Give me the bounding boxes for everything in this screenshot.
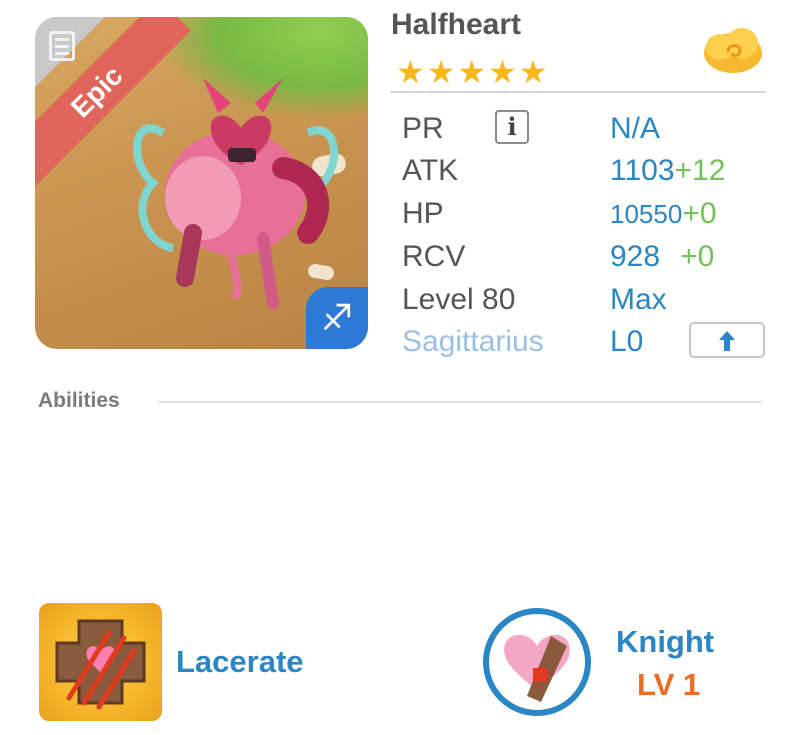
lacerate-cross-icon[interactable] <box>39 603 162 721</box>
hero-card-art[interactable]: Epic ♐ <box>35 17 368 349</box>
class-name: Knight <box>616 624 715 659</box>
sagittarius-arrow-icon[interactable]: ♐ <box>306 287 368 349</box>
hero-name: Halfheart <box>391 8 522 41</box>
atk-value-group: 1103+12 <box>610 153 725 189</box>
class-level: LV 1 <box>637 667 701 702</box>
atk-value: 1103 <box>610 154 675 187</box>
level-label: Level 80 <box>402 283 516 316</box>
rcv-value-group: 928 +0 <box>610 239 714 275</box>
sign-label[interactable]: Sagittarius <box>402 324 544 360</box>
cloud-swirl-icon[interactable] <box>702 25 764 75</box>
atk-bonus: +12 <box>674 154 726 187</box>
level-value: Max <box>610 283 667 316</box>
hp-label: HP <box>402 197 444 230</box>
abilities-heading: Abilities <box>38 389 120 412</box>
monster-sprite <box>133 78 338 309</box>
sign-level: L0 <box>610 325 644 358</box>
hp-value-group: 10550+0 <box>610 196 717 232</box>
hp-value: 10550 <box>610 199 683 229</box>
pr-value: N/A <box>610 112 661 145</box>
pr-label: PR <box>402 112 444 145</box>
up-arrow-icon <box>719 331 735 352</box>
lacerate-cross-graphic <box>55 619 146 710</box>
skill-name[interactable]: Lacerate <box>176 644 304 680</box>
rcv-bonus: +0 <box>680 240 715 273</box>
rcv-label: RCV <box>402 240 466 273</box>
atk-label: ATK <box>402 154 459 187</box>
header-divider <box>390 91 766 93</box>
star-rating: ★★★★★ <box>396 54 550 90</box>
document-icon[interactable] <box>49 31 75 61</box>
abilities-divider <box>158 401 762 403</box>
upgrade-button[interactable] <box>689 322 765 358</box>
hp-bonus: +0 <box>682 197 717 230</box>
rcv-value: 928 <box>610 240 661 273</box>
info-button[interactable]: i <box>495 110 529 144</box>
knight-heart-shield-icon[interactable] <box>481 606 593 718</box>
